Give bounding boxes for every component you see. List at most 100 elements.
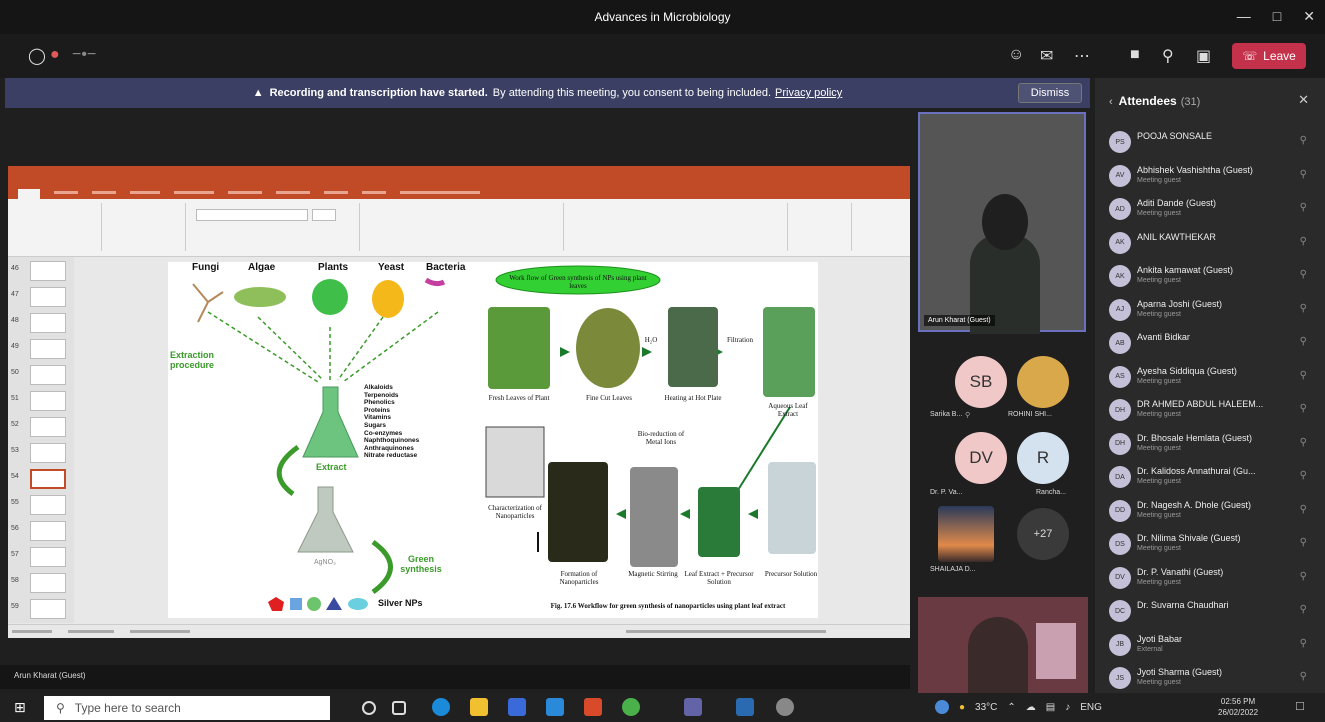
file-explorer-icon[interactable]	[470, 698, 488, 716]
slide-thumbnail[interactable]	[30, 287, 66, 307]
attendee-role: External	[1137, 645, 1163, 653]
minimize-icon[interactable]: —	[1237, 8, 1251, 25]
ppt-tab[interactable]	[228, 190, 262, 194]
camera-icon[interactable]: ■	[1130, 46, 1140, 64]
close-icon[interactable]: ✕	[1303, 8, 1315, 25]
photos-icon[interactable]	[736, 698, 754, 716]
avatar-dv[interactable]: DV	[955, 432, 1007, 484]
font-size-box[interactable]	[312, 209, 336, 221]
ppt-tab[interactable]	[92, 190, 116, 194]
ppt-tab[interactable]	[54, 190, 78, 194]
attendee-row[interactable]: AK Ankita kamawat (Guest) Meeting guest ⚲	[1109, 262, 1315, 290]
leave-button[interactable]: ☏ Leave	[1232, 43, 1306, 69]
avatar-sb[interactable]: SB	[955, 356, 1007, 408]
system-tray: ● 33°C ⌃ ☁ ▤ ♪ ENG	[935, 700, 1102, 714]
slide-thumbnail[interactable]	[30, 547, 66, 567]
more-participants[interactable]: +27	[1017, 508, 1069, 560]
attendee-avatar: JS	[1109, 667, 1131, 689]
mic-off-icon: ⚲	[1299, 302, 1307, 314]
maximize-icon[interactable]: □	[1273, 8, 1281, 25]
slide-thumbnail[interactable]	[30, 573, 66, 593]
task-view-icon[interactable]	[392, 701, 406, 715]
ppt-tab[interactable]	[362, 190, 386, 194]
edge-icon[interactable]	[432, 698, 450, 716]
slide-thumbnail[interactable]	[30, 521, 66, 541]
slide-thumbnail[interactable]	[30, 443, 66, 463]
main-video-name: Arun Kharat (Guest)	[924, 315, 995, 326]
avatar-r[interactable]: R	[1017, 432, 1069, 484]
slide-thumbnail[interactable]	[30, 599, 66, 619]
ppt-tab[interactable]	[174, 190, 214, 194]
chat-icon[interactable]: ✉	[1040, 46, 1053, 66]
tray-chevron-icon[interactable]: ⌃	[1007, 702, 1015, 713]
slide-thumbnail[interactable]	[30, 495, 66, 515]
attendee-row[interactable]: PS POOJA SONSALE ⚲	[1109, 128, 1315, 156]
status-accessibility[interactable]	[130, 630, 190, 633]
attendee-row[interactable]: JB Jyoti Babar External ⚲	[1109, 631, 1315, 659]
office-icon[interactable]	[584, 698, 602, 716]
app-tray-icon[interactable]	[935, 700, 949, 714]
mic-off-icon: ⚲	[1299, 369, 1307, 381]
slide-thumbnail[interactable]	[30, 339, 66, 359]
attendee-row[interactable]: AK ANIL KAWTHEKAR ⚲	[1109, 229, 1315, 257]
attendee-row[interactable]: DS Dr. Nilima Shivale (Guest) Meeting gues…	[1109, 530, 1315, 558]
network-icon[interactable]: ▤	[1046, 702, 1055, 713]
presenter-video-tile[interactable]	[918, 597, 1088, 693]
store-icon[interactable]	[508, 698, 526, 716]
slide-thumbnail[interactable]	[30, 417, 66, 437]
attendee-name: Dr. Nilima Shivale (Guest)	[1137, 533, 1241, 543]
dismiss-button[interactable]: Dismiss	[1018, 83, 1082, 103]
cortana-icon[interactable]	[362, 701, 376, 715]
slide-thumbnail[interactable]	[30, 261, 66, 281]
taskbar-clock[interactable]: 02:56 PM 26/02/2022	[1218, 696, 1258, 718]
ppt-tab[interactable]	[130, 190, 160, 194]
attendee-row[interactable]: AV Abhishek Vashishtha (Guest) Meeting gue…	[1109, 162, 1315, 190]
attendee-row[interactable]: DV Dr. P. Vanathi (Guest) Meeting guest ⚲	[1109, 564, 1315, 592]
attendee-row[interactable]: DD Dr. Nagesh A. Dhole (Guest) Meeting gue…	[1109, 497, 1315, 525]
settings-icon[interactable]	[776, 698, 794, 716]
share-screen-icon[interactable]: ▣	[1196, 46, 1211, 66]
status-view-controls[interactable]	[626, 630, 826, 633]
attendee-row[interactable]: DA Dr. Kalidoss Annathurai (Gu... Meeting …	[1109, 463, 1315, 491]
windows-start-icon[interactable]: ⊞	[14, 699, 26, 716]
ppt-titlebar	[8, 166, 910, 185]
compound-item: Nitrate reductase	[364, 452, 418, 460]
attendee-row[interactable]: DC Dr. Suvarna Chaudhari ⚲	[1109, 597, 1315, 625]
teams-icon[interactable]	[684, 698, 702, 716]
status-language	[68, 630, 114, 633]
back-chevron-icon[interactable]: ‹	[1109, 96, 1113, 108]
ppt-tell-me[interactable]	[400, 190, 480, 194]
volume-icon[interactable]: ♪	[1065, 702, 1070, 713]
attendee-row[interactable]: DH Dr. Bhosale Hemlata (Guest) Meeting gue…	[1109, 430, 1315, 458]
more-options-icon[interactable]: ⋯	[1074, 46, 1090, 66]
language[interactable]: ENG	[1080, 702, 1102, 713]
privacy-policy-link[interactable]: Privacy policy	[775, 87, 842, 99]
ppt-tab[interactable]	[324, 190, 348, 194]
close-panel-icon[interactable]: ✕	[1298, 92, 1309, 108]
attendee-row[interactable]: AJ Aparna Joshi (Guest) Meeting guest ⚲	[1109, 296, 1315, 324]
avatar-shailaja[interactable]	[938, 506, 994, 562]
attendee-row[interactable]: DH DR AHMED ABDUL HALEEM... Meeting guest ⚲	[1109, 396, 1315, 424]
ppt-tab[interactable]	[276, 190, 310, 194]
attendee-row[interactable]: AS Ayesha Siddiqua (Guest) Meeting guest ⚲	[1109, 363, 1315, 391]
main-video-tile[interactable]: Arun Kharat (Guest)	[918, 112, 1086, 334]
compound-item: Naphthoquinones	[364, 437, 420, 445]
attendee-row[interactable]: AB Avanti Bidkar ⚲	[1109, 329, 1315, 357]
notifications-icon[interactable]: □	[1296, 698, 1304, 713]
shield-icon[interactable]: ◯	[28, 46, 46, 66]
curve-arrow	[371, 539, 393, 595]
attendee-row[interactable]: JS Jyoti Sharma (Guest) Meeting guest ⚲	[1109, 664, 1315, 692]
mic-off-icon[interactable]: ⚲	[1162, 46, 1174, 66]
taskbar-search[interactable]: ⚲ Type here to search	[44, 696, 330, 720]
participants-icon[interactable]: ☺	[1008, 46, 1024, 64]
chrome-icon[interactable]	[622, 698, 640, 716]
avatar-rohini[interactable]	[1017, 356, 1069, 408]
font-name-box[interactable]	[196, 209, 308, 221]
ppt-home-tab[interactable]	[18, 189, 40, 199]
attendee-row[interactable]: AD Aditi Dande (Guest) Meeting guest ⚲	[1109, 195, 1315, 223]
slide-thumbnail[interactable]	[30, 313, 66, 333]
slide-thumbnail[interactable]	[30, 365, 66, 385]
slide-thumbnail[interactable]	[30, 469, 66, 489]
slide-thumbnail[interactable]	[30, 391, 66, 411]
dropbox-icon[interactable]	[546, 698, 564, 716]
